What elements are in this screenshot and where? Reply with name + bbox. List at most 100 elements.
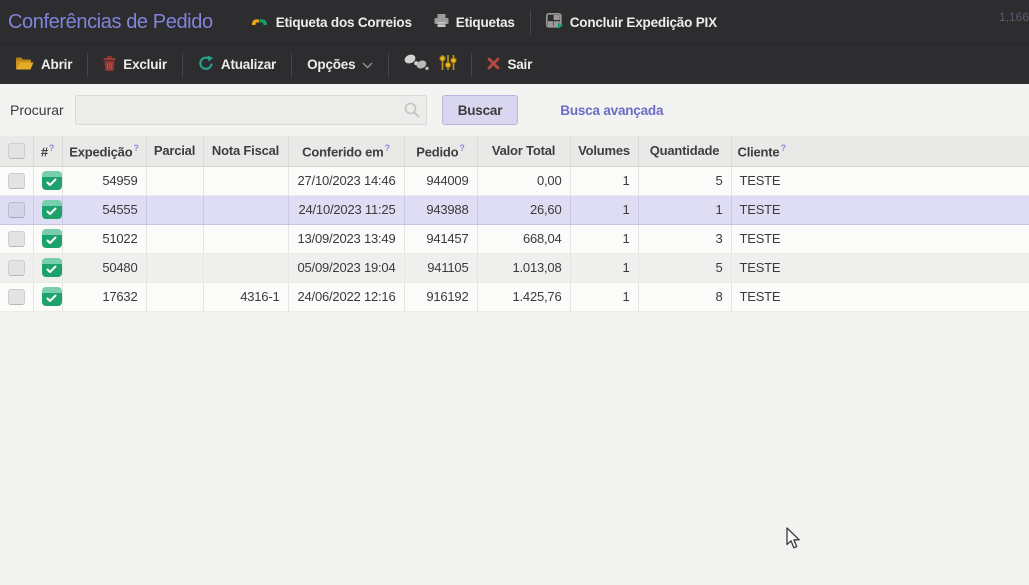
- etiquetas-button[interactable]: Etiquetas: [423, 7, 526, 37]
- row-select-checkbox[interactable]: [8, 260, 25, 276]
- cell-parcial: [146, 166, 203, 195]
- conferido-status-icon: [42, 287, 62, 306]
- titlebar-separator: [530, 10, 531, 34]
- cell-select: [0, 195, 33, 224]
- record-counter: 1,166: [999, 10, 1029, 24]
- cell-status: [33, 195, 62, 224]
- etiqueta-correios-button[interactable]: Etiqueta dos Correios: [239, 7, 423, 37]
- busca-avancada-link[interactable]: Busca avançada: [560, 103, 663, 118]
- atualizar-button[interactable]: Atualizar: [187, 49, 287, 80]
- conferido-status-icon: [42, 258, 62, 277]
- cell-quantidade: 3: [638, 224, 731, 253]
- select-all-checkbox[interactable]: [8, 143, 25, 159]
- row-select-checkbox[interactable]: [8, 173, 25, 189]
- footprints-icon[interactable]: [403, 53, 429, 76]
- mouse-cursor-icon: [786, 527, 802, 555]
- cell-select: [0, 282, 33, 311]
- column-header-cliente[interactable]: Cliente?: [731, 136, 1029, 166]
- cell-valor_total: 1.013,08: [477, 253, 570, 282]
- cell-nota_fiscal: 4316-1: [203, 282, 288, 311]
- cell-pedido: 916192: [404, 282, 477, 311]
- column-header-expedicao[interactable]: Expedição?: [62, 136, 146, 166]
- row-select-checkbox[interactable]: [8, 289, 25, 305]
- column-help-mark: ?: [385, 143, 390, 153]
- sliders-icon[interactable]: [439, 54, 457, 76]
- cell-pedido: 941457: [404, 224, 477, 253]
- toolbar-separator: [87, 53, 88, 77]
- toolbar-icon-group: [393, 53, 467, 76]
- trash-icon: [103, 56, 116, 74]
- cell-status: [33, 282, 62, 311]
- etiqueta-correios-label: Etiqueta dos Correios: [276, 15, 412, 30]
- column-header-select[interactable]: [0, 136, 33, 166]
- sair-button[interactable]: Sair: [476, 51, 543, 79]
- abrir-button[interactable]: Abrir: [4, 50, 83, 80]
- cell-volumes: 1: [570, 282, 638, 311]
- search-label: Procurar: [10, 102, 64, 118]
- abrir-label: Abrir: [41, 57, 72, 72]
- cell-conferido_em: 13/09/2023 13:49: [288, 224, 404, 253]
- table-row[interactable]: 5455524/10/2023 11:2594398826,6011TESTE: [0, 195, 1029, 224]
- cell-parcial: [146, 224, 203, 253]
- cell-valor_total: 0,00: [477, 166, 570, 195]
- cell-select: [0, 166, 33, 195]
- cell-nota_fiscal: [203, 224, 288, 253]
- buscar-button[interactable]: Buscar: [442, 95, 519, 125]
- cell-pedido: 941105: [404, 253, 477, 282]
- cell-select: [0, 253, 33, 282]
- cell-status: [33, 253, 62, 282]
- table-row[interactable]: 5495927/10/2023 14:469440090,0015TESTE: [0, 166, 1029, 195]
- cell-pedido: 943988: [404, 195, 477, 224]
- column-header-pedido[interactable]: Pedido?: [404, 136, 477, 166]
- cell-parcial: [146, 195, 203, 224]
- column-header-quantidade[interactable]: Quantidade: [638, 136, 731, 166]
- sair-label: Sair: [507, 57, 532, 72]
- cell-valor_total: 668,04: [477, 224, 570, 253]
- column-help-mark: ?: [459, 143, 464, 153]
- chevron-down-icon: [362, 57, 373, 72]
- cell-cliente: TESTE: [731, 224, 1029, 253]
- cell-cliente: TESTE: [731, 166, 1029, 195]
- cell-conferido_em: 24/06/2022 12:16: [288, 282, 404, 311]
- column-header-status[interactable]: #?: [33, 136, 62, 166]
- search-input[interactable]: [75, 95, 427, 125]
- opcoes-label: Opções: [307, 57, 355, 72]
- printer-icon: [434, 13, 449, 31]
- toolbar-separator: [182, 53, 183, 77]
- cell-cliente: TESTE: [731, 195, 1029, 224]
- cell-nota_fiscal: [203, 253, 288, 282]
- column-header-nota_fiscal[interactable]: Nota Fiscal: [203, 136, 288, 166]
- excluir-label: Excluir: [123, 57, 167, 72]
- cell-volumes: 1: [570, 195, 638, 224]
- cell-volumes: 1: [570, 253, 638, 282]
- concluir-expedicao-pix-button[interactable]: Concluir Expedição PIX: [535, 7, 728, 38]
- cell-cliente: TESTE: [731, 253, 1029, 282]
- atualizar-label: Atualizar: [221, 57, 276, 72]
- cell-expedicao: 50480: [62, 253, 146, 282]
- column-header-volumes[interactable]: Volumes: [570, 136, 638, 166]
- column-header-conferido_em[interactable]: Conferido em?: [288, 136, 404, 166]
- column-header-valor_total[interactable]: Valor Total: [477, 136, 570, 166]
- cell-volumes: 1: [570, 224, 638, 253]
- table-row[interactable]: 176324316-124/06/2022 12:169161921.425,7…: [0, 282, 1029, 311]
- toolbar-separator: [388, 53, 389, 77]
- row-select-checkbox[interactable]: [8, 202, 25, 218]
- orders-table: #?Expedição?ParcialNota FiscalConferido …: [0, 136, 1029, 312]
- correios-arrows-icon: [250, 13, 269, 31]
- conferido-status-icon: [42, 171, 62, 190]
- search-bar: Procurar Buscar Busca avançada: [0, 84, 1029, 136]
- table-body: 5495927/10/2023 14:469440090,0015TESTE54…: [0, 166, 1029, 311]
- cell-expedicao: 54959: [62, 166, 146, 195]
- cell-cliente: TESTE: [731, 282, 1029, 311]
- table-row[interactable]: 5102213/09/2023 13:49941457668,0413TESTE: [0, 224, 1029, 253]
- close-x-icon: [487, 57, 500, 73]
- table-row[interactable]: 5048005/09/2023 19:049411051.013,0815TES…: [0, 253, 1029, 282]
- excluir-button[interactable]: Excluir: [92, 50, 178, 80]
- opcoes-button[interactable]: Opções: [296, 51, 384, 78]
- column-header-parcial[interactable]: Parcial: [146, 136, 203, 166]
- cell-expedicao: 17632: [62, 282, 146, 311]
- toolbar: Abrir Excluir Atualizar Opções: [0, 44, 1029, 84]
- row-select-checkbox[interactable]: [8, 231, 25, 247]
- refresh-icon: [198, 55, 214, 74]
- conferido-status-icon: [42, 229, 62, 248]
